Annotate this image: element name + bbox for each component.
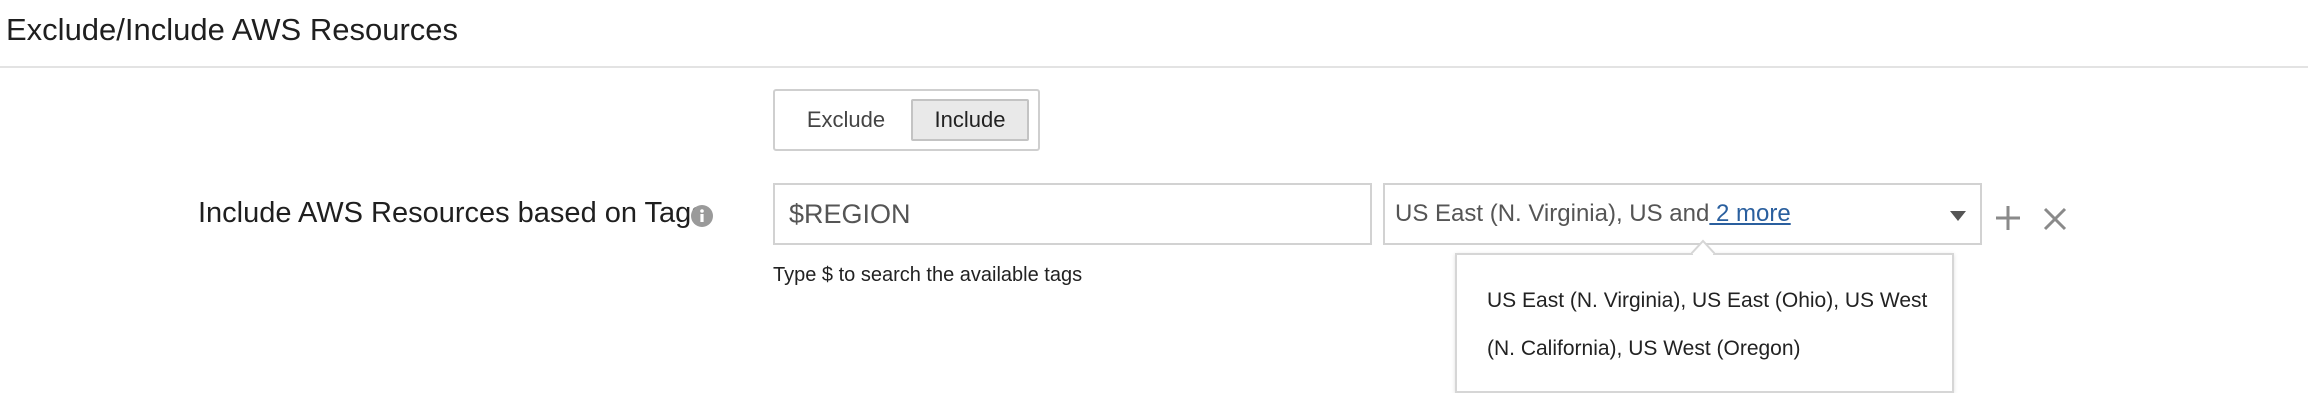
exclude-toggle-button[interactable]: Exclude: [783, 99, 909, 141]
more-regions-link[interactable]: 2 more: [1709, 200, 1791, 227]
caret-down-icon[interactable]: [1950, 209, 1966, 221]
exclude-include-toggle: Exclude Include: [773, 89, 1040, 151]
close-icon[interactable]: [2043, 207, 2067, 231]
section-divider: [0, 66, 2308, 68]
region-select[interactable]: US East (N. Virginia), US and 2 more: [1383, 183, 1982, 245]
tags-row-label: Include AWS Resources based on Tags: [198, 197, 706, 229]
include-toggle-button[interactable]: Include: [911, 99, 1029, 141]
tag-input-hint: Type $ to search the available tags: [773, 264, 1083, 286]
tooltip-text: US East (N. Virginia), US East (Ohio), U…: [1487, 289, 1928, 360]
tag-input[interactable]: [773, 183, 1372, 245]
info-icon[interactable]: [690, 204, 714, 228]
section-title: Exclude/Include AWS Resources: [6, 12, 459, 47]
regions-tooltip: US East (N. Virginia), US East (Ohio), U…: [1455, 253, 1954, 393]
region-select-value: US East (N. Virginia), US and 2 more: [1395, 200, 1791, 228]
region-select-text: US East (N. Virginia), US and: [1395, 200, 1710, 227]
tooltip-arrow: [1690, 239, 1716, 256]
plus-icon[interactable]: [1994, 204, 2022, 232]
